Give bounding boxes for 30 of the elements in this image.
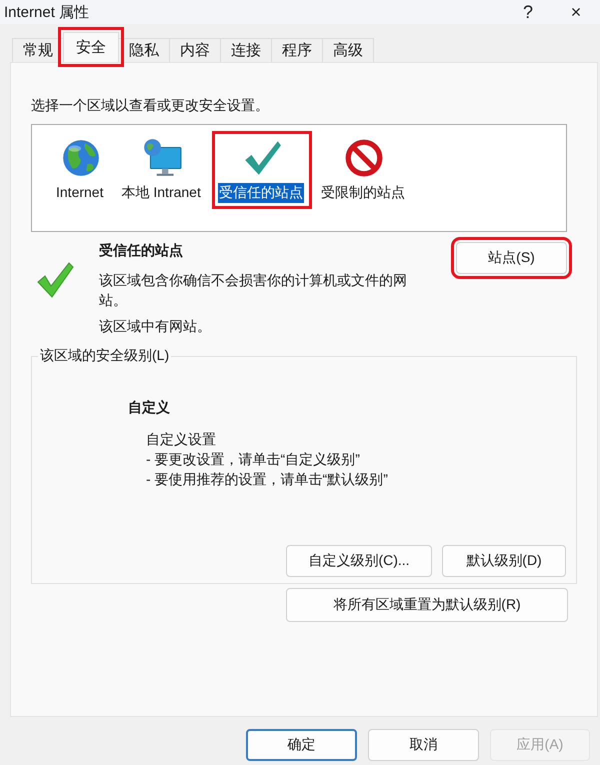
level-name: 自定义 — [128, 399, 171, 417]
zone-item[interactable]: Internet — [49, 131, 112, 207]
zone-label: Internet — [55, 183, 104, 201]
cancel-button[interactable]: 取消 — [368, 729, 479, 761]
zone-item[interactable]: 本地 Intranet — [114, 131, 210, 209]
custom-level-button[interactable]: 自定义级别(C)... — [286, 545, 432, 577]
monitor-globe-icon — [141, 137, 184, 179]
level-detail: - 要更改设置，请单击“自定义级别” — [146, 450, 361, 469]
checkmark-icon — [35, 260, 75, 300]
zone-item[interactable]: 受信任的站点 — [212, 131, 312, 209]
default-level-button[interactable]: 默认级别(D) — [442, 545, 566, 577]
help-button[interactable]: ? — [504, 0, 552, 24]
zone-note: 该区域中有网站。 — [99, 318, 212, 336]
level-detail: - 要使用推荐的设置，请单击“默认级别” — [146, 470, 389, 489]
window-title: Internet 属性 — [4, 2, 90, 22]
prohibited-icon — [342, 137, 385, 179]
close-button[interactable]: × — [552, 0, 600, 24]
zone-prompt: 选择一个区域以查看或更改安全设置。 — [31, 97, 270, 115]
tab[interactable]: 常规 — [12, 38, 64, 62]
group-legend: 该区域的安全级别(L) — [38, 347, 172, 365]
zone-label: 受限制的站点 — [320, 183, 406, 202]
zone-item[interactable]: 受限制的站点 — [314, 131, 414, 209]
zone-label: 本地 Intranet — [120, 183, 202, 202]
zone-title: 受信任的站点 — [99, 242, 184, 260]
tab[interactable]: 高级 — [322, 38, 374, 62]
zone-description: 该区域包含你确信不会损害你的计算机或文件的网站。 — [99, 271, 408, 310]
ok-button[interactable]: 确定 — [246, 729, 357, 761]
reset-zones-button[interactable]: 将所有区域重置为默认级别(R) — [286, 588, 568, 622]
zone-label: 受信任的站点 — [218, 183, 304, 203]
level-detail: 自定义设置 — [146, 430, 217, 449]
